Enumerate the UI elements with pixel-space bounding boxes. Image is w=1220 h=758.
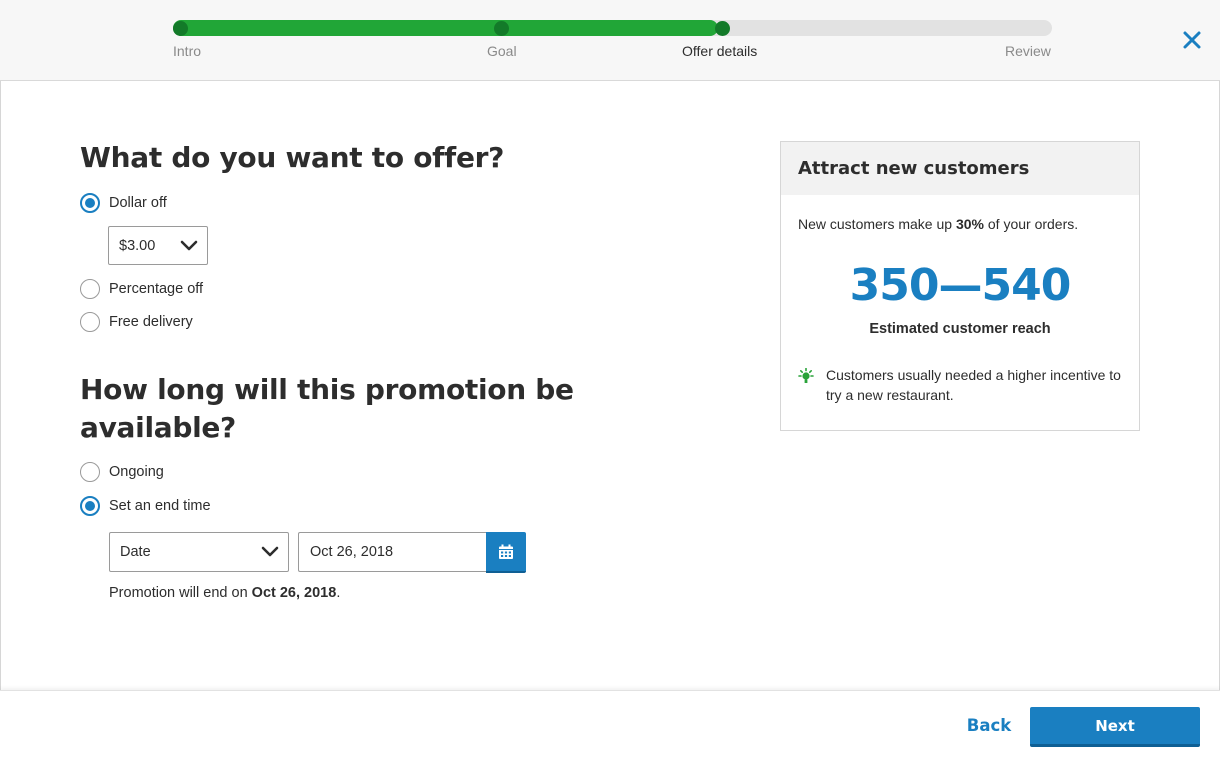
card-title: Attract new customers [798,158,1030,179]
reach-value: 350—540 [849,260,1072,311]
step-dot-offer-details [715,21,730,36]
radio-label: Percentage off [109,281,204,297]
offer-title: What do you want to offer? [80,141,505,174]
end-date-input[interactable]: Oct 26, 2018 [298,532,488,572]
end-date-value: Oct 26, 2018 [310,544,394,560]
radio-percentage-off[interactable]: Percentage off [80,278,203,300]
calendar-icon [499,544,513,559]
amount-select[interactable]: $3.00 [108,226,208,265]
step-dot-goal [494,21,509,36]
next-button[interactable]: Next [1030,707,1200,747]
radio-label: Ongoing [109,464,164,480]
step-label-review: Review [1005,43,1051,59]
card-stat-text: New customers make up 30% of your orders… [798,216,1078,232]
tip-text: Customers usually needed a higher incent… [826,367,1121,403]
insight-card: Attract new customers New customers make… [780,141,1140,431]
chevron-down-icon [180,240,198,250]
amount-select-value: $3.00 [119,237,156,254]
close-button[interactable] [1180,28,1204,52]
end-note-suffix: . [336,585,341,601]
card-header: Attract new customers [781,142,1139,195]
progress-fill [173,20,718,36]
calendar-button[interactable] [486,532,526,573]
lightbulb-icon [798,368,814,383]
step-dot-intro [173,21,188,36]
radio-label: Free delivery [109,314,193,330]
card-text-percent: 30% [955,216,984,232]
card-text-prefix: New customers make up [798,216,956,232]
radio-button[interactable] [80,312,100,332]
step-label-offer-details: Offer details [682,43,758,59]
end-note-date: Oct 26, 2018 [251,585,337,601]
end-date-note: Promotion will end on Oct 26, 2018. [109,585,340,601]
radio-set-end-time[interactable]: Set an end time [80,495,211,517]
duration-title: How long will this promotion be availabl… [80,373,574,444]
radio-button[interactable] [80,462,100,482]
radio-ongoing[interactable]: Ongoing [80,461,164,483]
end-type-select-value: Date [120,544,151,560]
close-x-icon [1183,31,1201,49]
reach-label: Estimated customer reach [869,321,1051,337]
back-button[interactable]: Back [958,707,1020,745]
radio-label: Set an end time [109,498,211,514]
radio-button[interactable] [80,496,100,516]
radio-button[interactable] [80,279,100,299]
radio-label: Dollar off [109,195,167,211]
end-note-prefix: Promotion will end on [109,585,252,601]
progress-header: Intro Goal Offer details Review [0,0,1220,81]
footer-bar: Back Next [0,690,1220,758]
radio-free-delivery[interactable]: Free delivery [80,311,193,333]
progress-track [173,20,1052,36]
chevron-down-icon [261,546,279,557]
card-text-suffix: of your orders. [983,216,1079,232]
radio-dollar-off[interactable]: Dollar off [80,192,167,214]
end-type-select[interactable]: Date [109,532,289,572]
radio-button[interactable] [80,193,100,213]
step-label-goal: Goal [487,43,517,59]
step-label-intro: Intro [173,43,202,59]
